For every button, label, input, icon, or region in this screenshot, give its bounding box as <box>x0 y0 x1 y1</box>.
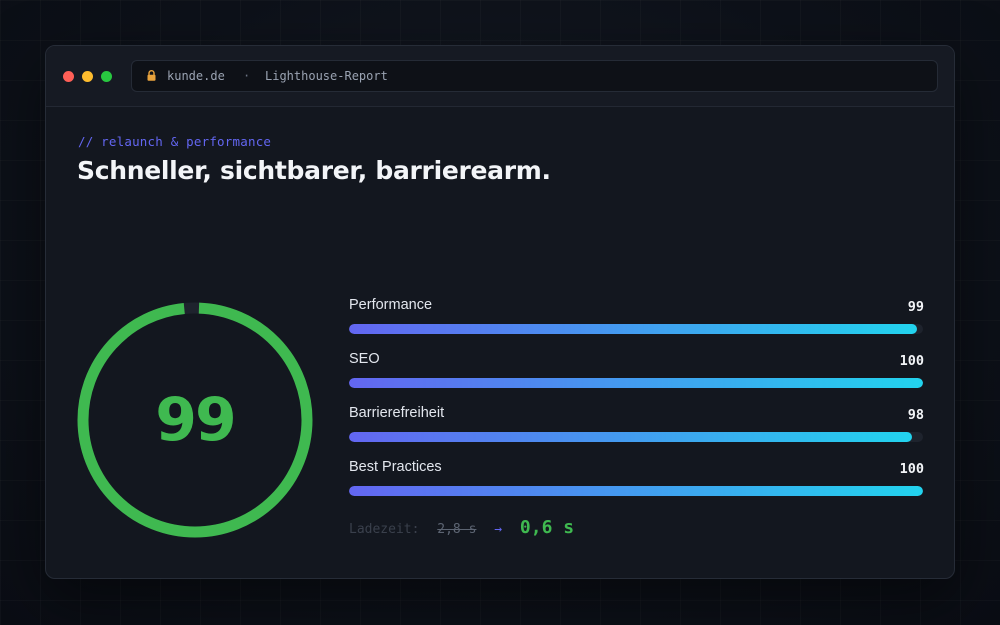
url-separator: · <box>243 69 251 83</box>
metric-score: 99 <box>907 299 924 315</box>
address-bar[interactable]: kunde.de · Lighthouse-Report <box>131 60 938 92</box>
metric-bar-fill <box>349 324 918 334</box>
url-domain: kunde.de <box>167 69 225 83</box>
loadtime-old: 2,8 s <box>437 522 477 537</box>
metric-bar-track <box>349 378 923 388</box>
minimize-window-button[interactable] <box>82 71 93 82</box>
section-eyebrow: // relaunch & performance <box>78 134 272 149</box>
metric-label: SEO <box>349 351 380 367</box>
metric-bar-fill <box>349 378 923 388</box>
title-bar: kunde.de · Lighthouse-Report <box>46 46 954 107</box>
maximize-window-button[interactable] <box>101 71 112 82</box>
metric-label: Barrierefreiheit <box>349 405 445 421</box>
loadtime-comparison: Ladezeit: 2,8 s → 0,6 s <box>349 515 574 541</box>
metric-bar-track <box>349 486 923 496</box>
metric-label: Best Practices <box>349 459 442 475</box>
metric-score: 98 <box>907 407 924 423</box>
loadtime-new: 0,6 s <box>519 517 575 538</box>
metric-score: 100 <box>899 461 924 477</box>
gauge-score: 99 <box>155 385 237 455</box>
url-page-title: Lighthouse-Report <box>265 69 388 83</box>
close-window-button[interactable] <box>63 71 74 82</box>
metric-bar-track <box>349 432 923 442</box>
metric-score: 100 <box>899 353 924 369</box>
metric-bar-track <box>349 324 923 334</box>
metric-bar-fill <box>349 432 912 442</box>
page-title: Schneller, sichtbarer, barrierearm. <box>77 156 551 185</box>
browser-window: kunde.de · Lighthouse-Report // relaunch… <box>45 45 955 579</box>
metric-label: Performance <box>349 297 433 313</box>
loadtime-label: Ladezeit: <box>349 522 420 537</box>
lock-icon <box>147 70 156 81</box>
metric-bar-fill <box>349 486 923 496</box>
arrow-right-icon: → <box>494 522 503 537</box>
